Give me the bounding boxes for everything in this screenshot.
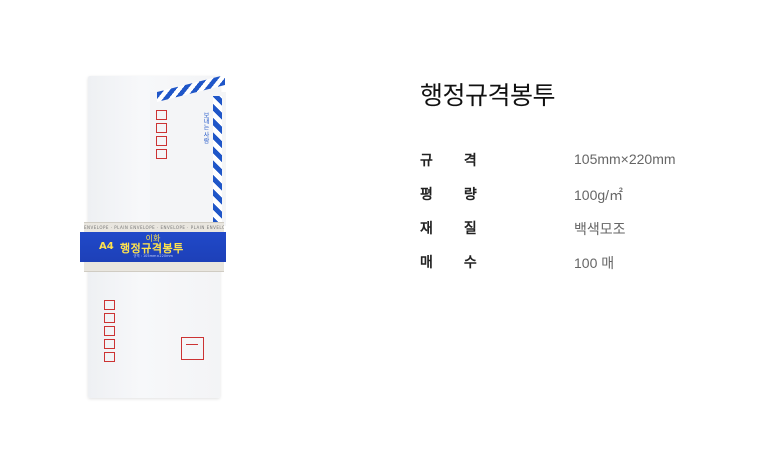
spec-value: 100g/㎡ — [574, 187, 624, 203]
sender-label: 보내는 사람 — [202, 112, 209, 144]
spec-row-material: 재질 백색모조 — [420, 216, 720, 250]
zip-code-boxes-top — [156, 110, 167, 159]
spec-row-weight: 평량 100g/㎡ — [420, 182, 720, 216]
spec-value: 105mm×220mm — [574, 151, 676, 167]
spec-table: 규격 105mm×220mm 평량 100g/㎡ 재질 백색모조 매수 100 … — [420, 148, 720, 284]
product-title: 행정규격봉투 — [420, 81, 556, 110]
spec-row-count: 매수 100 매 — [420, 250, 720, 284]
spec-label: 규격 — [420, 153, 508, 169]
product-band: 이화 A4 행정규격봉투 규격 : 105mm×220mm — [80, 232, 226, 262]
airmail-stripe-right — [213, 96, 222, 224]
spec-label: 매수 — [420, 255, 508, 271]
spec-value: 백색모조 — [574, 221, 626, 237]
spec-label: 재질 — [420, 221, 508, 237]
product-image: 보내는 사람 ENVELOPE · PLAIN ENVELOPE · ENVEL… — [0, 0, 330, 456]
band-size-text: 규격 : 105mm×220mm — [133, 254, 173, 258]
spec-label: 평량 — [420, 187, 508, 203]
spec-row-size: 규격 105mm×220mm — [420, 148, 720, 182]
band-edge-bottom — [84, 262, 224, 272]
stamp-box — [181, 337, 204, 360]
zip-code-boxes-bottom — [104, 300, 115, 362]
spec-value: 100 매 — [574, 255, 615, 271]
band-size-label: A4 — [99, 241, 114, 252]
